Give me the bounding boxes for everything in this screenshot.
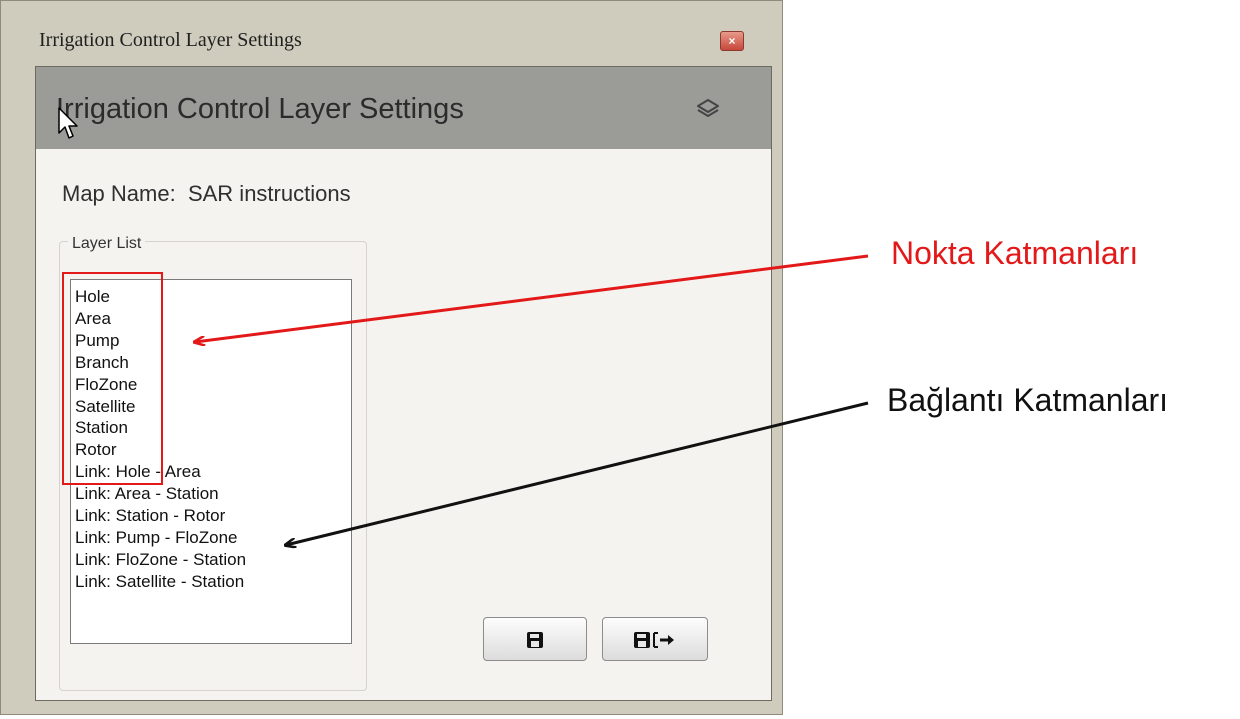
annotation-arrows bbox=[0, 254, 869, 719]
link-layers-arrow bbox=[286, 401, 869, 545]
link-layers-annotation: Bağlantı Katmanları bbox=[887, 382, 1169, 418]
point-layers-arrow bbox=[195, 254, 869, 342]
point-layers-annotation: Nokta Katmanları bbox=[891, 235, 1139, 271]
